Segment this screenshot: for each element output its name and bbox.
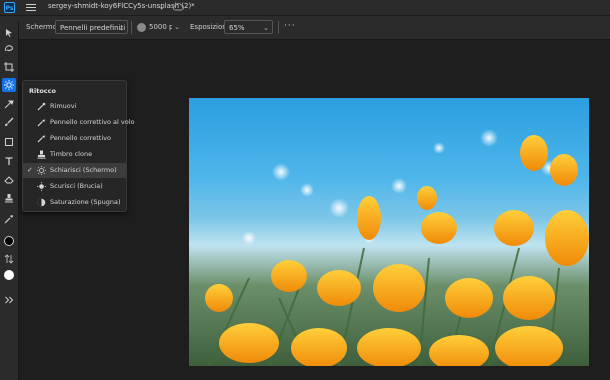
menu-item-label: Timbro clone	[50, 150, 93, 158]
title-bar: Ps sergey-shmidt-koy6FlCCy5s-unsplash (2…	[0, 0, 610, 16]
exposure-value: 65%	[229, 24, 245, 32]
separator	[278, 21, 279, 34]
spot-healing-icon	[37, 119, 46, 127]
burn-icon	[37, 182, 46, 191]
cloud-icon[interactable]	[172, 2, 184, 11]
retouch-tools-flyout: Ritocco Rimuovi Pennello correttivo al v…	[22, 80, 134, 212]
poppy-flowers-photo	[205, 129, 589, 366]
menu-item-remove[interactable]: Rimuovi	[23, 99, 126, 114]
menu-item-label: Schiarisci (Schermo)	[50, 166, 117, 174]
eraser-icon[interactable]	[2, 173, 16, 187]
expand-panel-icon[interactable]	[2, 293, 16, 307]
remove-icon	[37, 102, 46, 111]
lasso-icon[interactable]	[2, 42, 16, 56]
exposure-input[interactable]: 65% ⌄	[224, 20, 273, 34]
type-icon[interactable]	[2, 154, 16, 168]
chevron-down-icon: ⌄	[263, 24, 269, 32]
flyout-title: Ritocco	[29, 87, 56, 95]
checkmark-icon: ✓	[27, 166, 33, 174]
brush-preset-value: Pennelli predefiniti	[60, 24, 126, 32]
dodge-icon	[37, 166, 46, 175]
foreground-color-swatch[interactable]	[4, 236, 14, 246]
tool-label: Schermo	[26, 23, 57, 31]
clone-stamp-icon[interactable]	[2, 191, 16, 205]
brush-icon[interactable]	[2, 115, 16, 129]
clone-stamp-icon	[37, 150, 46, 159]
chevron-down-icon[interactable]: ⌄	[159, 3, 165, 11]
eyedropper-icon[interactable]	[2, 212, 16, 226]
menu-icon[interactable]	[26, 2, 36, 12]
menu-item-burn[interactable]: Scurisci (Brucia)	[23, 179, 126, 194]
healing-brush-icon	[37, 135, 46, 143]
menu-item-label: Saturazione (Spugna)	[50, 198, 121, 206]
canvas-image[interactable]	[189, 98, 589, 366]
menu-item-clone-stamp[interactable]: Timbro clone	[23, 147, 126, 162]
chevron-down-icon: ⌄	[118, 24, 124, 32]
separator	[131, 21, 132, 34]
dodge-icon[interactable]	[2, 78, 16, 92]
menu-item-dodge[interactable]: ✓ Schiarisci (Schermo)	[23, 163, 126, 178]
background-color-swatch[interactable]	[4, 270, 14, 280]
menu-item-label: Pennello correttivo	[50, 134, 111, 142]
menu-item-healing-brush[interactable]: Pennello correttivo	[23, 131, 126, 146]
tools-panel	[0, 22, 19, 380]
crop-icon[interactable]	[2, 60, 16, 74]
menu-item-label: Rimuovi	[50, 102, 77, 110]
move-icon[interactable]	[2, 26, 16, 40]
brush-preview-icon[interactable]	[137, 23, 146, 32]
brush-size-dropdown[interactable]: ⌄	[172, 20, 181, 34]
spot-healing-icon[interactable]	[2, 97, 16, 111]
photoshop-logo: Ps	[4, 2, 15, 13]
menu-item-label: Pennello correttivo al volo	[50, 118, 135, 126]
menu-item-sponge[interactable]: Saturazione (Spugna)	[23, 195, 126, 210]
brush-preset-select[interactable]: Pennelli predefiniti ⌄	[55, 20, 128, 34]
chevron-down-icon: ⌄	[174, 23, 180, 31]
menu-item-label: Scurisci (Brucia)	[50, 182, 103, 190]
sponge-icon	[37, 198, 46, 207]
rectangle-icon[interactable]	[2, 135, 16, 149]
swap-colors-icon[interactable]	[2, 252, 16, 266]
menu-item-spot-healing[interactable]: Pennello correttivo al volo	[23, 115, 134, 130]
more-options-button[interactable]: ···	[284, 21, 296, 31]
options-bar: Schermo Pennelli predefiniti ⌄ 5000 px ⌄…	[0, 16, 610, 40]
